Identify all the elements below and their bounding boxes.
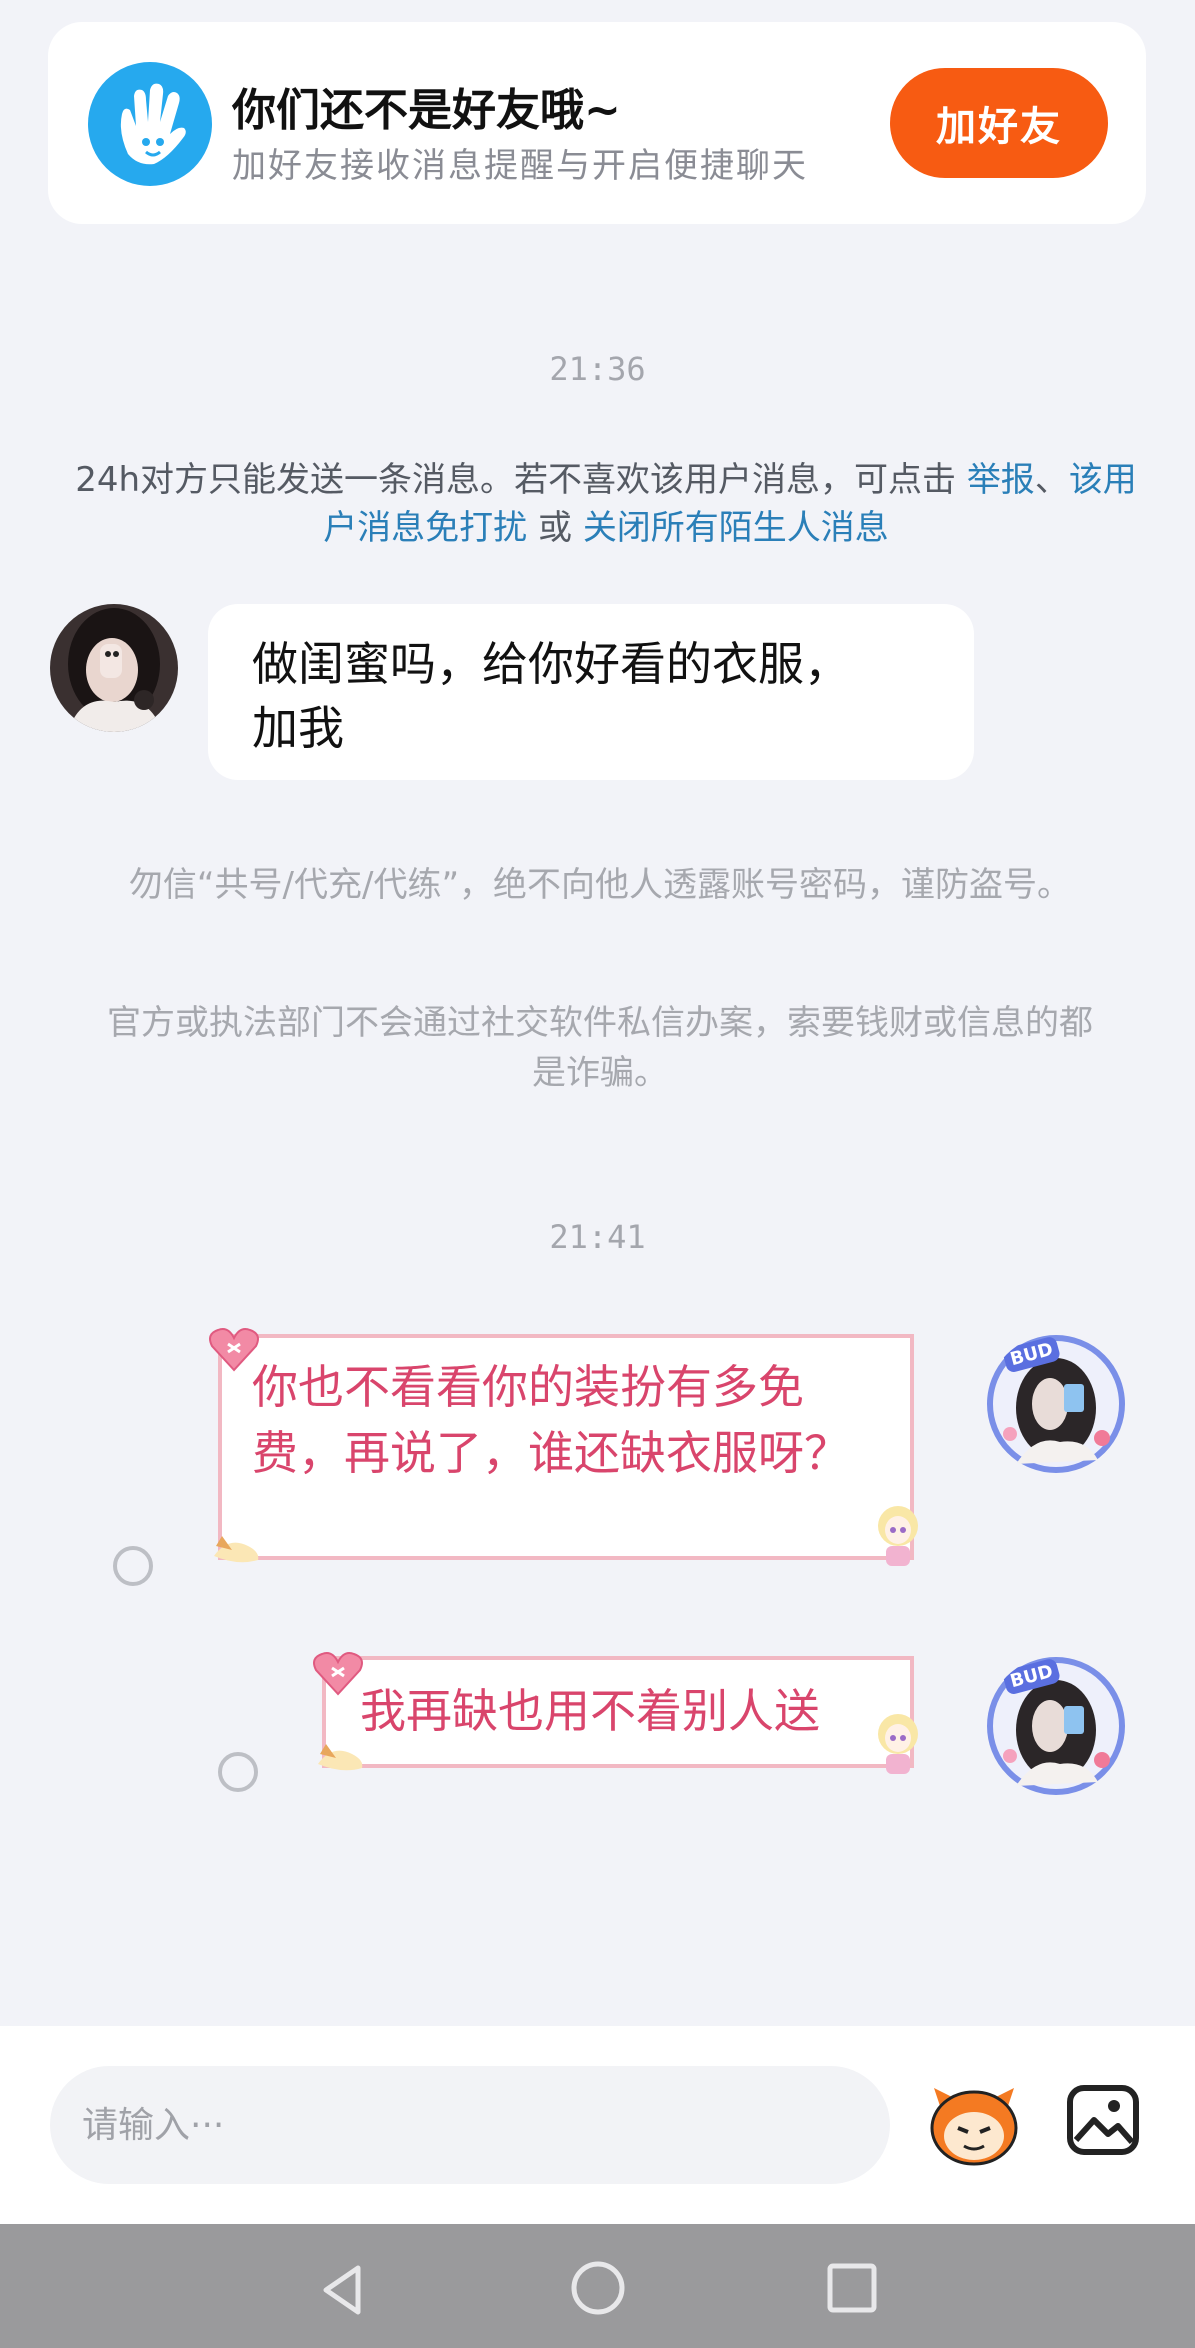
nav-recent-icon[interactable] bbox=[826, 2262, 878, 2314]
message-text: 加我 bbox=[252, 701, 344, 755]
message-text: 做闺蜜吗，给你好看的衣服， bbox=[252, 637, 850, 691]
message-text: 我再缺也用不着别人送 bbox=[360, 1684, 820, 1738]
image-picker-icon[interactable] bbox=[1066, 2084, 1140, 2156]
sender-avatar[interactable] bbox=[50, 604, 178, 732]
timestamp: 21:36 bbox=[549, 350, 646, 388]
outgoing-message-bubble[interactable]: 你也不看看你的装扮有多免费，再说了，谁还缺衣服呀？ bbox=[218, 1334, 914, 1560]
anime-girl-sticker-icon bbox=[878, 1506, 918, 1566]
ice-cream-sticker-icon bbox=[214, 1536, 259, 1563]
my-avatar[interactable]: BUD bbox=[986, 1656, 1126, 1796]
notice-separator: 、 bbox=[1034, 460, 1069, 500]
close-stranger-messages-link[interactable]: 关闭所有陌生人消息 bbox=[583, 508, 889, 548]
message-input-bar bbox=[0, 2026, 1195, 2224]
nav-home-icon[interactable] bbox=[570, 2260, 626, 2316]
banner-title: 你们还不是好友哦~ bbox=[232, 85, 621, 136]
my-avatar[interactable]: BUD bbox=[986, 1334, 1126, 1474]
fraud-warning: 官方或执法部门不会通过社交软件私信办案，索要钱财或信息的都是诈骗。 bbox=[107, 1003, 1093, 1093]
notice-text: 24h对方只能发送一条消息。若不喜欢该用户消息，可点击 bbox=[75, 460, 967, 500]
report-link[interactable]: 举报 bbox=[967, 460, 1035, 500]
hand-wave-icon bbox=[88, 62, 212, 186]
message-input[interactable] bbox=[50, 2066, 890, 2184]
nav-back-icon[interactable] bbox=[318, 2262, 366, 2318]
add-friend-button[interactable]: 加好友 bbox=[890, 68, 1108, 178]
system-navigation-bar bbox=[0, 2224, 1195, 2348]
security-warning: 勿信“共号/代充/代练”，绝不向他人透露账号密码，谨防盗号。 bbox=[128, 865, 1072, 905]
incoming-message-bubble[interactable]: 做闺蜜吗，给你好看的衣服， 加我 bbox=[208, 604, 974, 780]
message-text: 你也不看看你的装扮有多免费，再说了，谁还缺衣服呀？ bbox=[252, 1360, 850, 1480]
notice-separator: 或 bbox=[527, 508, 583, 548]
heart-sticker-icon bbox=[209, 1328, 259, 1372]
timestamp: 21:41 bbox=[549, 1218, 646, 1256]
add-friend-banner: 你们还不是好友哦~ 加好友接收消息提醒与开启便捷聊天 加好友 bbox=[48, 22, 1146, 224]
system-notice: 24h对方只能发送一条消息。若不喜欢该用户消息，可点击 举报、该用户消息免打扰 … bbox=[66, 456, 1146, 552]
ice-cream-sticker-icon bbox=[318, 1744, 363, 1771]
select-message-radio[interactable] bbox=[113, 1546, 153, 1586]
select-message-radio[interactable] bbox=[218, 1752, 258, 1792]
banner-subtitle: 加好友接收消息提醒与开启便捷聊天 bbox=[232, 146, 808, 186]
anime-girl-sticker-icon bbox=[878, 1714, 918, 1774]
emoji-mascot-icon[interactable] bbox=[928, 2082, 1020, 2168]
outgoing-message-bubble[interactable]: 我再缺也用不着别人送 bbox=[322, 1656, 914, 1768]
heart-sticker-icon bbox=[313, 1652, 363, 1696]
